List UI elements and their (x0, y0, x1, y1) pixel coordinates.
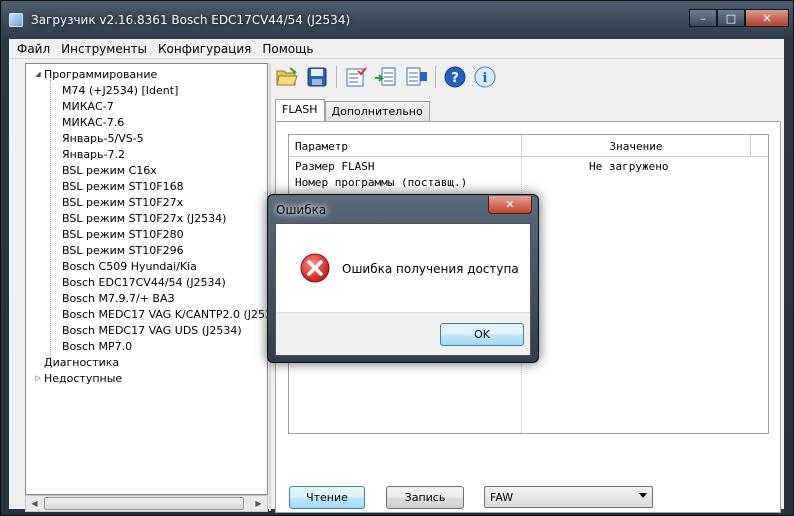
tree-item[interactable]: Bosch M7.9.7/+ ВАЗ (62, 290, 175, 306)
tree-root-diagnostics[interactable]: Диагностика (44, 354, 119, 370)
table-row[interactable]: Номер программы (поставщ.) (289, 175, 768, 191)
cell-value: Не загружено (589, 160, 669, 173)
app-icon (9, 13, 23, 27)
tree-item[interactable]: Bosch MEDC17 VAG K/CANTP2.0 (J2534) (62, 306, 267, 322)
dialog-body: Ошибка получения доступа OK (275, 223, 531, 356)
tree-item[interactable]: Bosch MP7.0 (62, 338, 132, 354)
read-button[interactable]: Чтение (289, 486, 365, 509)
menu-configuration[interactable]: Конфигурация (158, 42, 251, 56)
checklist-icon[interactable] (343, 64, 369, 90)
menu-help[interactable]: Помощь (262, 42, 313, 56)
tree-item[interactable]: Bosch MEDC17 VAG UDS (J2534) (62, 322, 242, 338)
read-ecu-icon[interactable] (373, 64, 399, 90)
menu-file[interactable]: Файл (17, 42, 50, 56)
dialog-footer: OK (276, 312, 530, 355)
open-folder-icon[interactable] (274, 64, 300, 90)
menu-bar: Файл Инструменты Конфигурация Помощь (9, 39, 784, 59)
tree-item[interactable]: Bosch C509 Hyundai/Kia (62, 258, 197, 274)
tree-horizontal-scrollbar[interactable]: ◀ ▶ (25, 495, 268, 512)
ok-button[interactable]: OK (440, 323, 524, 346)
maximize-button[interactable]: □ (717, 9, 745, 27)
column-header-value[interactable]: Значение (522, 135, 750, 157)
info-icon[interactable]: i (472, 64, 498, 90)
svg-text:i: i (483, 71, 488, 86)
protocol-tree[interactable]: ◢ Программирование M74 (+J2534) [Ident] … (25, 63, 268, 495)
dialog-title: Ошибка (276, 203, 327, 217)
tree-item[interactable]: МИКАС-7 (62, 98, 114, 114)
column-header-parameter[interactable]: Параметр (289, 135, 521, 157)
tree-item[interactable]: Январь-5/VS-5 (62, 130, 144, 146)
window-title: Загрузчик v2.16.8361 Bosch EDC17CV44/54 … (31, 13, 351, 27)
close-button[interactable]: ✕ (745, 9, 789, 27)
dialog-message: Ошибка получения доступа (342, 262, 519, 276)
tab-strip: FLASH Дополнительно (275, 99, 430, 121)
tree-item[interactable]: BSL режим ST10F27x (J2534) (62, 210, 226, 226)
tree-item[interactable]: Bosch EDC17CV44/54 (J2534) (62, 274, 226, 290)
grid-header: Параметр Значение (289, 135, 768, 157)
toolbar-separator (435, 66, 436, 88)
help-icon[interactable]: ? (442, 64, 468, 90)
collapsed-triangle-icon[interactable]: ▷ (32, 374, 44, 382)
menu-tools[interactable]: Инструменты (61, 42, 147, 56)
dialog-close-button[interactable]: ✕ (488, 196, 532, 214)
tree-root-label: Программирование (44, 67, 158, 81)
error-dialog: Ошибка ✕ Ошибка получения доступа OK (267, 194, 539, 363)
toolbar-separator (336, 66, 337, 88)
write-button[interactable]: Запись (386, 486, 464, 509)
save-icon[interactable] (304, 64, 330, 90)
tab-additional[interactable]: Дополнительно (324, 101, 430, 121)
cell-parameter: Размер FLASH (295, 160, 375, 173)
main-window: Загрузчик v2.16.8361 Bosch EDC17CV44/54 … (0, 0, 794, 516)
caption-buttons: – □ ✕ (689, 9, 789, 27)
svg-text:?: ? (451, 71, 459, 86)
scroll-left-icon[interactable]: ◀ (26, 496, 43, 511)
toolbar: ? i (274, 63, 539, 91)
tree-guide-line (50, 80, 51, 360)
title-bar[interactable]: Загрузчик v2.16.8361 Bosch EDC17CV44/54 … (1, 1, 794, 39)
tree-item[interactable]: МИКАС-7.6 (62, 114, 124, 130)
tree-item[interactable]: BSL режим ST10F296 (62, 242, 184, 258)
tree-root-unavailable[interactable]: ▷ Недоступные (32, 370, 122, 386)
scrollbar-thumb[interactable] (44, 497, 244, 510)
column-separator (750, 135, 751, 157)
table-row[interactable]: Размер FLASH Не загружено (289, 159, 768, 175)
expanded-triangle-icon[interactable]: ◢ (32, 70, 44, 78)
minimize-button[interactable]: – (689, 9, 717, 27)
chevron-down-icon (639, 493, 647, 498)
tree-item[interactable]: Январь-7.2 (62, 146, 125, 162)
manufacturer-select-value: FAW (490, 491, 514, 504)
tree-item[interactable]: BSL режим ST10F168 (62, 178, 184, 194)
tab-flash[interactable]: FLASH (275, 99, 325, 121)
tree-item[interactable]: BSL режим ST10F27x (62, 194, 183, 210)
manufacturer-select[interactable]: FAW (484, 486, 653, 508)
write-ecu-icon[interactable] (403, 64, 429, 90)
tree-item[interactable]: BSL режим ST10F280 (62, 226, 184, 242)
tree-root-programming[interactable]: ◢ Программирование (32, 66, 157, 82)
tree-item[interactable]: BSL режим C16x (62, 162, 157, 178)
scroll-right-icon[interactable]: ▶ (250, 496, 267, 511)
tree-item[interactable]: M74 (+J2534) [Ident] (62, 82, 178, 98)
cell-parameter: Номер программы (поставщ.) (295, 176, 468, 189)
error-icon (299, 252, 331, 284)
